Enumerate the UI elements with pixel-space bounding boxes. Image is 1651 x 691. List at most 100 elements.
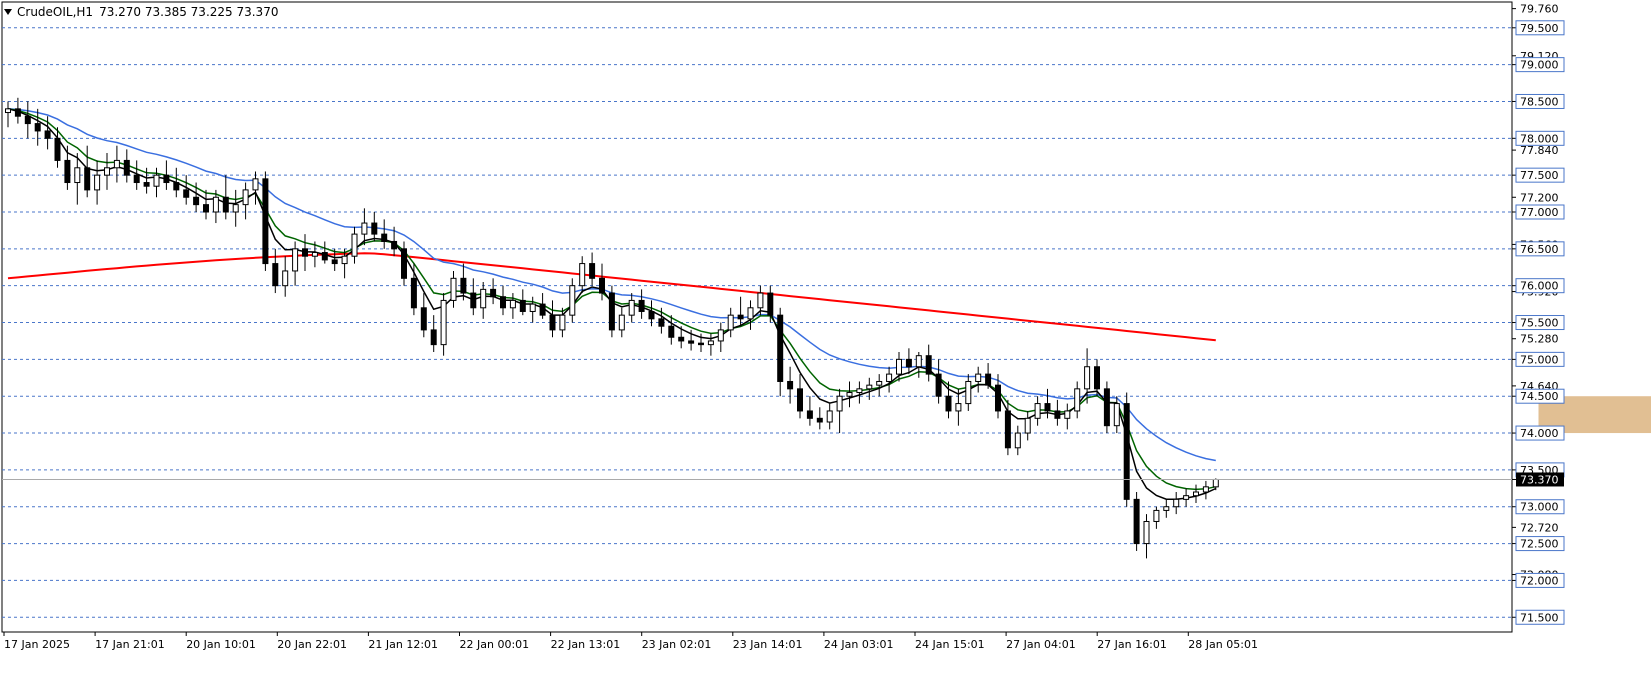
candle-body — [816, 417, 823, 423]
candle-body — [549, 314, 556, 331]
chart-window[interactable]: 79.760 79.500 79.120 79.000 78.500 78.000 77.8… — [0, 0, 1651, 691]
candle-body — [104, 167, 110, 176]
candle-body — [519, 299, 526, 312]
candle-body — [203, 204, 209, 213]
candle-body — [163, 174, 170, 184]
time-axis-label: 24 Jan 15:01 — [915, 638, 985, 651]
candle-body — [1084, 366, 1091, 390]
candle-body — [618, 314, 625, 331]
candle-body — [331, 259, 338, 265]
time-axis-label: 17 Jan 21:01 — [95, 638, 165, 651]
candle-body — [965, 380, 972, 405]
symbol-header[interactable]: CrudeOIL,H1 73.270 73.385 73.225 73.370 — [4, 4, 278, 20]
candle-body — [153, 174, 160, 187]
candle-body — [500, 296, 506, 309]
candle-body — [915, 355, 922, 368]
price-axis-label: 78.500 — [1520, 95, 1559, 108]
candle-body — [490, 288, 497, 298]
candle-body — [787, 380, 794, 390]
dropdown-arrow-icon[interactable] — [4, 9, 12, 15]
price-axis-label: 79.000 — [1520, 59, 1559, 72]
candle-body — [292, 248, 299, 272]
time-axis-label: 23 Jan 14:01 — [733, 638, 803, 651]
candle-body — [302, 248, 308, 257]
candle-body — [806, 410, 813, 419]
candle-body — [143, 182, 150, 187]
candle-body — [222, 196, 229, 213]
candle-body — [1163, 506, 1170, 511]
candle-body — [440, 299, 447, 346]
candle-body — [5, 108, 11, 114]
price-axis-label: 74.500 — [1520, 390, 1559, 403]
candle-body — [54, 137, 61, 161]
chart-canvas[interactable]: 79.76079.50079.12079.00078.50078.00077.8… — [0, 0, 1651, 691]
candle-body — [1153, 509, 1160, 522]
candle-body — [737, 314, 744, 320]
ohlc-values: 73.270 73.385 73.225 73.370 — [99, 5, 279, 19]
candle-body — [133, 174, 140, 184]
candle-body — [539, 303, 546, 316]
time-axis-label: 17 Jan 2025 — [4, 638, 70, 651]
candle-body — [113, 159, 120, 169]
candle-body — [480, 288, 487, 309]
price-axis-label: 77.840 — [1520, 144, 1559, 157]
time-axis-label: 27 Jan 16:01 — [1097, 638, 1167, 651]
price-axis-label: 77.500 — [1520, 169, 1559, 182]
price-axis-label: 77.000 — [1520, 206, 1559, 219]
price-axis-label: 77.200 — [1520, 191, 1559, 204]
candle-body — [401, 248, 407, 279]
candle-body — [826, 410, 833, 423]
time-axis-label: 20 Jan 10:01 — [186, 638, 256, 651]
candle-body — [975, 373, 982, 382]
candle-body — [698, 342, 704, 346]
candle-body — [1074, 388, 1081, 412]
candle-body — [559, 314, 566, 331]
candle-body — [371, 222, 378, 235]
candle-body — [1034, 403, 1041, 419]
candle-body — [1123, 403, 1130, 500]
candle-body — [410, 277, 417, 309]
candle-body — [579, 263, 586, 287]
candle-body — [14, 108, 21, 117]
candle-body — [688, 340, 695, 344]
time-axis-label: 22 Jan 00:01 — [460, 638, 530, 651]
candle-body — [430, 329, 437, 346]
price-axis-label: 73.000 — [1520, 501, 1559, 514]
candle-body — [212, 196, 219, 213]
candle-body — [995, 384, 1001, 412]
candle-body — [628, 299, 635, 316]
time-axis-label: 24 Jan 03:01 — [824, 638, 894, 651]
time-axis-label: 20 Jan 22:01 — [277, 638, 347, 651]
candle-body — [311, 252, 318, 257]
candle-body — [569, 285, 576, 316]
candle-body — [262, 178, 269, 265]
price-axis-label: 74.000 — [1520, 427, 1559, 440]
candle-body — [589, 263, 596, 279]
symbol-name: CrudeOIL,H1 — [17, 5, 94, 19]
candle-body — [183, 189, 190, 198]
price-axis-label: 72.500 — [1520, 538, 1559, 551]
current-price-label: 73.370 — [1520, 473, 1559, 486]
price-axis-label: 79.500 — [1520, 22, 1559, 35]
candle-body — [767, 292, 774, 316]
candle-body — [846, 392, 853, 397]
candle-body — [1004, 410, 1011, 449]
candle-body — [1054, 410, 1061, 419]
candle-body — [1173, 498, 1180, 508]
price-axis-label: 75.280 — [1520, 333, 1559, 346]
price-axis-label: 72.720 — [1520, 521, 1559, 534]
candle-body — [856, 388, 863, 394]
candle-body — [34, 123, 41, 132]
candle-body — [94, 174, 101, 191]
price-axis-label: 72.000 — [1520, 574, 1559, 587]
candle-body — [391, 240, 398, 250]
candle-body — [608, 292, 615, 331]
time-axis-label: 23 Jan 02:01 — [642, 638, 712, 651]
candle-body — [836, 395, 843, 412]
candle-body — [717, 329, 724, 342]
candle-body — [361, 222, 368, 235]
time-axis-label: 28 Jan 05:01 — [1188, 638, 1258, 651]
candle-body — [351, 233, 358, 257]
candle-body — [945, 395, 952, 412]
candle-body — [886, 373, 893, 382]
